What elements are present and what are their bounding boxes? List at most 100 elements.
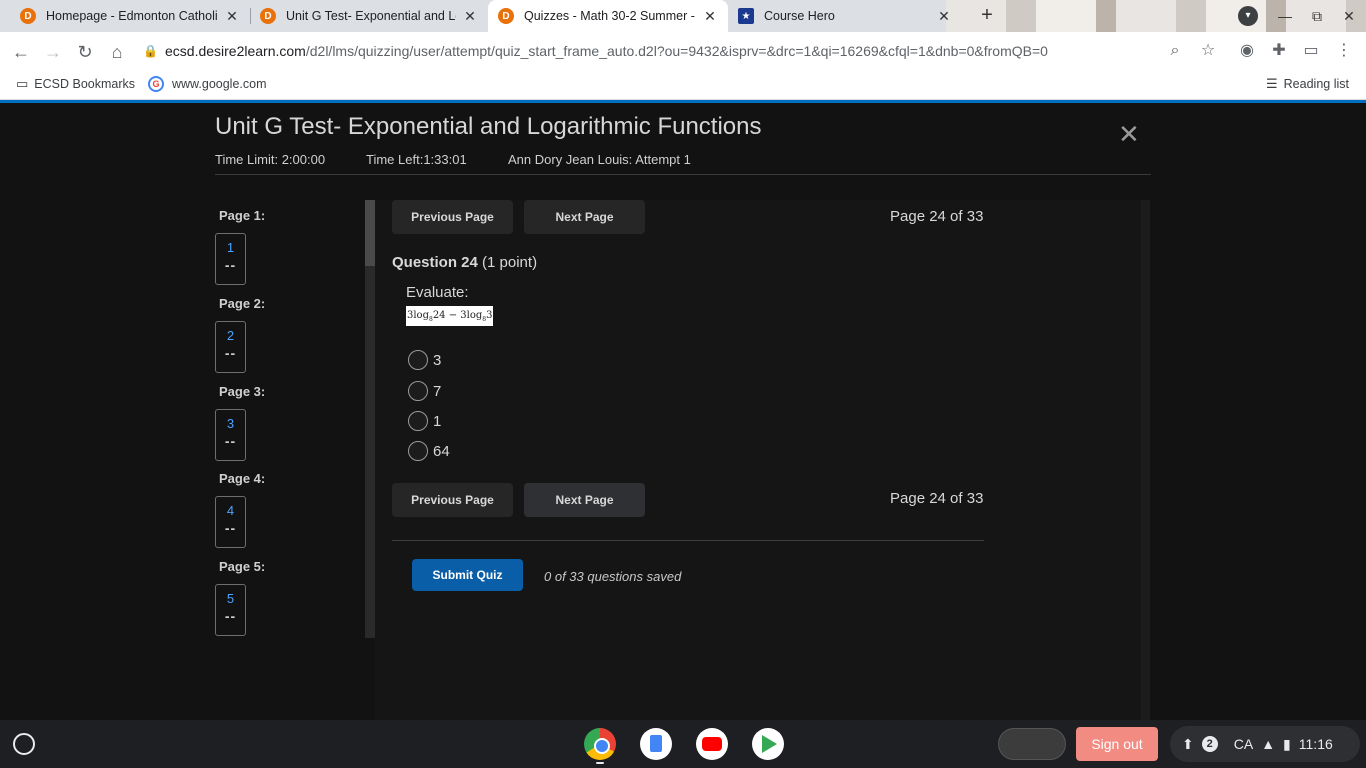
new-tab-button[interactable]: +	[976, 4, 998, 26]
reading-list-button[interactable]: ☰ Reading list	[1266, 76, 1349, 92]
bookmark-label: www.google.com	[172, 77, 267, 91]
reload-icon[interactable]: ↻	[72, 39, 98, 65]
battery-icon: ▮	[1283, 735, 1291, 752]
question-panel: Previous Page Next Page Page 24 of 33 Qu…	[375, 200, 1141, 720]
address-bar[interactable]: 🔒 ecsd.desire2learn.com/d2l/lms/quizzing…	[143, 36, 1227, 66]
youtube-app-icon[interactable]	[696, 728, 728, 760]
play-store-app-icon[interactable]	[752, 728, 784, 760]
submit-quiz-button[interactable]: Submit Quiz	[412, 559, 523, 591]
previous-page-button-bottom[interactable]: Previous Page	[392, 483, 513, 517]
radio-button[interactable]	[408, 411, 428, 431]
header-divider	[215, 174, 1151, 175]
radio-button[interactable]	[408, 441, 428, 461]
chrome-app-icon[interactable]	[584, 728, 616, 760]
folder-icon: ▭	[16, 76, 29, 91]
question-number: 4	[226, 503, 235, 518]
radio-button[interactable]	[408, 381, 428, 401]
tab-quizzes[interactable]: D Quizzes - Math 30-2 Summer - E ✕	[488, 0, 728, 32]
time-limit: Time Limit: 2:00:00	[215, 152, 326, 167]
maximize-icon[interactable]: ⧉	[1305, 4, 1329, 28]
formula-part: 24 − 3log	[432, 310, 483, 321]
extensions-puzzle-icon[interactable]: ✚	[1268, 40, 1290, 62]
home-icon[interactable]: ⌂	[104, 39, 130, 65]
tab-title: Course Hero	[764, 9, 835, 23]
quiz-dialog: Unit G Test- Exponential and Logarithmic…	[0, 103, 1366, 720]
minimize-icon[interactable]: —	[1273, 4, 1297, 28]
answer-option[interactable]: 1	[408, 411, 441, 431]
tab-title: Quizzes - Math 30-2 Summer - E	[524, 9, 696, 23]
answer-option[interactable]: 7	[408, 381, 441, 401]
saved-status: 0 of 33 questions saved	[544, 569, 682, 584]
notification-count: 2	[1201, 736, 1218, 752]
question-link-1[interactable]: 1 --	[215, 233, 246, 285]
docs-app-icon[interactable]	[640, 728, 672, 760]
tabstrip-theme-image	[946, 0, 1366, 32]
scrollbar-thumb[interactable]	[365, 200, 375, 266]
back-icon[interactable]: ←	[8, 39, 34, 65]
locale-indicator: CA	[1233, 736, 1254, 752]
question-status: --	[224, 257, 237, 273]
tab-title: Unit G Test- Exponential and Log	[286, 9, 456, 23]
url-text: ecsd.desire2learn.com/d2l/lms/quizzing/u…	[165, 43, 1048, 59]
upload-icon: ⬆	[1182, 735, 1194, 752]
question-link-2[interactable]: 2 --	[215, 321, 246, 373]
url-path: /d2l/lms/quizzing/user/attempt/quiz_star…	[305, 43, 1048, 59]
close-icon[interactable]: ✕	[224, 8, 240, 25]
user-avatar[interactable]	[998, 728, 1066, 760]
extension-icon[interactable]: ◉	[1236, 40, 1258, 62]
question-status: --	[224, 433, 237, 449]
tab-strip: D Homepage - Edmonton Catholic ✕ D Unit …	[0, 0, 1366, 32]
status-tray[interactable]: ⬆ 2 CA ▲ ▮ 11:16	[1170, 726, 1360, 762]
question-number: 1	[226, 240, 235, 255]
next-page-button-top[interactable]: Next Page	[524, 200, 645, 234]
sidebar-scrollbar[interactable]	[365, 200, 375, 638]
menu-icon[interactable]: ⋮	[1333, 40, 1355, 62]
answer-option[interactable]: 64	[408, 441, 450, 461]
bookmark-label: ECSD Bookmarks	[34, 77, 136, 91]
url-domain: ecsd.desire2learn.com	[165, 43, 306, 59]
next-page-button-bottom[interactable]: Next Page	[524, 483, 645, 517]
bookmark-star-icon[interactable]: ☆	[1197, 40, 1219, 62]
attempt-info: Ann Dory Jean Louis: Attempt 1	[508, 152, 691, 167]
question-number: 3	[226, 416, 235, 431]
window-close-icon[interactable]: ✕	[1337, 4, 1361, 28]
bookmark-folder-ecsd[interactable]: ▭ ECSD Bookmarks	[16, 76, 135, 92]
reading-list-icon: ☰	[1266, 76, 1278, 91]
tab-unit-g-test[interactable]: D Unit G Test- Exponential and Log ✕	[250, 0, 488, 32]
radio-button[interactable]	[408, 350, 428, 370]
close-icon[interactable]: ✕	[936, 8, 952, 25]
question-link-5[interactable]: 5 --	[215, 584, 246, 636]
forward-icon[interactable]: →	[40, 39, 66, 65]
tab-homepage[interactable]: D Homepage - Edmonton Catholic ✕	[10, 0, 250, 32]
question-prompt: Evaluate:	[406, 284, 469, 301]
page-label: Page 2:	[219, 296, 266, 311]
bookmarks-bar: ▭ ECSD Bookmarks G www.google.com ☰ Read…	[0, 70, 1366, 100]
running-indicator	[596, 762, 604, 764]
tab-course-hero[interactable]: ★ Course Hero ✕	[728, 0, 962, 32]
close-icon[interactable]: ✕	[462, 8, 478, 25]
brightspace-icon: D	[20, 8, 36, 24]
tab-title: Homepage - Edmonton Catholic	[46, 9, 218, 23]
question-link-4[interactable]: 4 --	[215, 496, 246, 548]
cast-icon[interactable]: ▭	[1300, 40, 1322, 62]
content-scrollbar[interactable]	[1141, 200, 1150, 720]
option-label: 7	[433, 382, 442, 400]
sign-out-button[interactable]: Sign out	[1076, 727, 1158, 761]
question-heading: Question 24 (1 point)	[392, 254, 537, 271]
question-number: 2	[226, 328, 235, 343]
coursehero-icon: ★	[738, 8, 754, 24]
answer-option[interactable]: 3	[408, 350, 441, 370]
question-link-3[interactable]: 3 --	[215, 409, 246, 461]
close-icon[interactable]: ✕	[702, 8, 718, 25]
previous-page-button-top[interactable]: Previous Page	[392, 200, 513, 234]
question-status: --	[224, 608, 237, 624]
option-label: 1	[433, 412, 442, 430]
launcher-icon[interactable]	[13, 733, 35, 755]
zoom-icon[interactable]: ⌕	[1164, 40, 1186, 62]
bookmark-google[interactable]: G www.google.com	[148, 76, 267, 92]
browser-toolbar: ← → ↻ ⌂ 🔒 ecsd.desire2learn.com/d2l/lms/…	[0, 32, 1366, 70]
option-label: 3	[433, 351, 442, 369]
tab-search-icon[interactable]: ▾	[1238, 6, 1258, 26]
formula-part: 3	[486, 310, 493, 321]
close-dialog-icon[interactable]: ✕	[1118, 121, 1140, 147]
